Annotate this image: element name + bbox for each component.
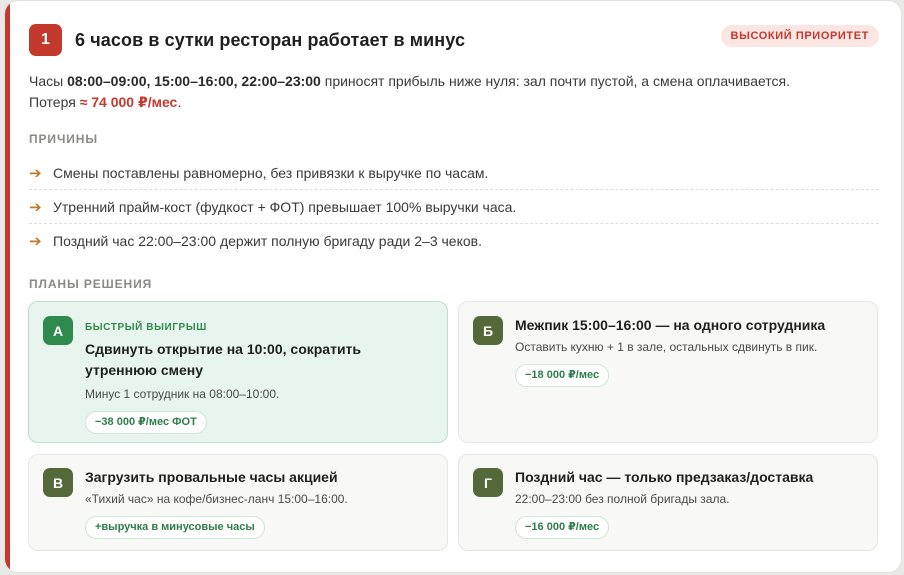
- plan-title: Сдвинуть открытие на 10:00, сократить ут…: [85, 341, 362, 378]
- loss-suffix: .: [177, 94, 182, 110]
- savings-pill: −16 000 ₽/мес: [515, 516, 610, 539]
- arrow-right-icon: ➔: [29, 233, 42, 250]
- cause-item: ➔ Утренний прайм-кост (фудкост + ФОТ) пр…: [29, 190, 879, 224]
- savings-pill: −38 000 ₽/мес ФОТ: [85, 411, 207, 434]
- desc-prefix: Часы: [29, 73, 68, 89]
- cause-text: Утренний прайм-кост (фудкост + ФОТ) прев…: [53, 198, 517, 215]
- plan-body: БЫСТРЫЙ ВЫИГРЫШ Сдвинуть открытие на 10:…: [85, 322, 433, 434]
- quick-win-label: БЫСТРЫЙ ВЫИГРЫШ: [85, 322, 207, 333]
- plan-letter-badge: Г: [473, 468, 503, 497]
- plan-letter-badge: Б: [473, 316, 503, 345]
- plan-title: Загрузить провальные часы акцией: [85, 469, 338, 485]
- cause-text: Смены поставлены равномерно, без привязк…: [53, 164, 489, 181]
- plan-card-a[interactable]: А БЫСТРЫЙ ВЫИГРЫШ Сдвинуть открытие на 1…: [28, 301, 448, 443]
- loss-prefix: Потеря: [29, 94, 80, 110]
- causes-heading: ПРИЧИНЫ: [29, 132, 99, 146]
- plan-title: Межпик 15:00–16:00 — на одного сотрудник…: [515, 317, 826, 333]
- priority-badge: ВЫСОКИЙ ПРИОРИТЕТ: [720, 25, 879, 47]
- priority-accent-bar: [5, 1, 10, 572]
- cause-text: Поздний час 22:00–23:00 держит полную бр…: [53, 233, 482, 249]
- plan-letter-badge: А: [43, 316, 73, 345]
- desc-middle: приносят прибыль ниже нуля: зал почти пу…: [320, 73, 791, 89]
- card-header: 1 6 часов в сутки ресторан работает в ми…: [29, 24, 879, 56]
- plan-description: «Тихий час» на кофе/бизнес-ланч 15:00–16…: [85, 492, 348, 506]
- plan-letter-badge: В: [43, 468, 73, 497]
- arrow-right-icon: ➔: [29, 198, 42, 216]
- plan-body: Загрузить провальные часы акцией «Тихий …: [85, 467, 433, 539]
- plans-heading: ПЛАНЫ РЕШЕНИЯ: [29, 277, 153, 291]
- issue-number-badge: 1: [29, 24, 62, 56]
- plan-card-c[interactable]: В Загрузить провальные часы акцией «Тихи…: [28, 454, 448, 551]
- plan-card-b[interactable]: Б Межпик 15:00–16:00 — на одного сотрудн…: [458, 301, 878, 443]
- savings-pill: −18 000 ₽/мес: [515, 364, 610, 387]
- plan-description: 22:00–23:00 без полной бригады зала.: [515, 492, 730, 506]
- issue-title: 6 часов в сутки ресторан работает в мину…: [75, 29, 466, 50]
- desc-hours: 08:00–09:00, 15:00–16:00, 22:00–23:00: [67, 73, 321, 89]
- issue-card: 1 6 часов в сутки ресторан работает в ми…: [4, 0, 902, 573]
- plan-description: Минус 1 сотрудник на 08:00–10:00.: [85, 387, 280, 401]
- loss-value: ≈ 74 000 ₽/мес: [79, 94, 178, 110]
- savings-pill: +выручка в минусовые часы: [85, 516, 265, 539]
- plan-title: Поздний час — только предзаказ/доставка: [515, 469, 814, 485]
- cause-item: ➔ Поздний час 22:00–23:00 держит полную …: [29, 224, 879, 258]
- plan-body: Межпик 15:00–16:00 — на одного сотрудник…: [515, 315, 863, 387]
- arrow-right-icon: ➔: [29, 164, 42, 182]
- plan-card-d[interactable]: Г Поздний час — только предзаказ/доставк…: [458, 454, 878, 551]
- causes-list: ➔ Смены поставлены равномерно, без привя…: [29, 156, 879, 258]
- cause-item: ➔ Смены поставлены равномерно, без привя…: [29, 156, 879, 190]
- plan-description: Оставить кухню + 1 в зале, остальных сдв…: [515, 340, 818, 354]
- plan-body: Поздний час — только предзаказ/доставка …: [515, 467, 863, 539]
- issue-description: Часы 08:00–09:00, 15:00–16:00, 22:00–23:…: [29, 71, 869, 113]
